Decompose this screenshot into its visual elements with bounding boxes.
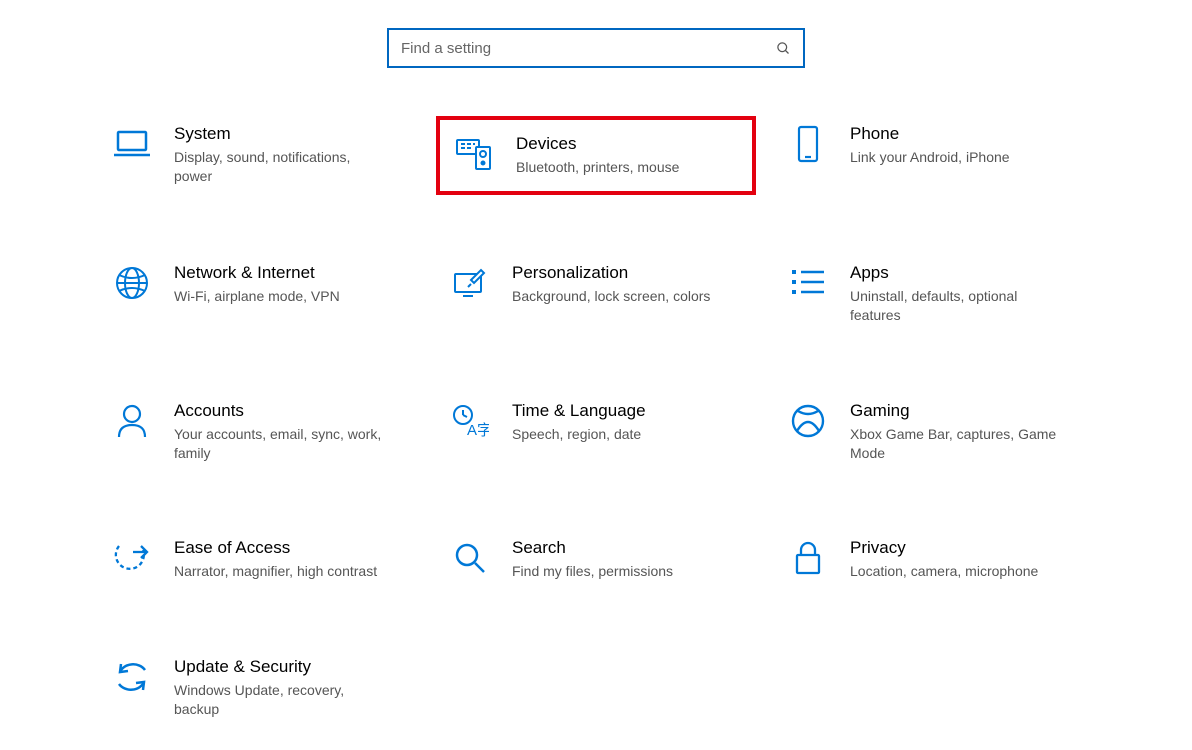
devices-icon [450,134,498,174]
tile-desc: Location, camera, microphone [850,562,1060,581]
tile-title: Devices [516,134,742,154]
tile-personalization[interactable]: Personalization Background, lock screen,… [436,255,756,333]
xbox-icon [784,401,832,441]
ease-of-access-icon [108,538,156,578]
tile-title: Phone [850,124,1084,144]
tile-desc: Uninstall, defaults, optional features [850,287,1060,325]
tile-desc: Display, sound, notifications, power [174,148,384,186]
laptop-icon [108,124,156,164]
search-bar-container [0,0,1192,116]
tile-desc: Find my files, permissions [512,562,722,581]
tile-phone[interactable]: Phone Link your Android, iPhone [774,116,1094,195]
tile-title: Ease of Access [174,538,408,558]
tile-title: Privacy [850,538,1084,558]
person-icon [108,401,156,441]
search-input[interactable] [401,40,775,57]
tile-desc: Link your Android, iPhone [850,148,1060,167]
tile-title: Update & Security [174,657,408,677]
search-icon [775,40,791,56]
tile-desc: Background, lock screen, colors [512,287,722,306]
tile-title: Apps [850,263,1084,283]
tile-desc: Xbox Game Bar, captures, Game Mode [850,425,1060,463]
tile-devices[interactable]: Devices Bluetooth, printers, mouse [436,116,756,195]
tile-title: Search [512,538,746,558]
phone-icon [784,124,832,164]
tile-time-language[interactable]: A字 Time & Language Speech, region, date [436,393,756,471]
sync-arrows-icon [108,657,156,697]
svg-text:A字: A字 [467,422,489,438]
tile-title: Network & Internet [174,263,408,283]
tile-desc: Wi-Fi, airplane mode, VPN [174,287,384,306]
tile-update-security[interactable]: Update & Security Windows Update, recove… [98,649,418,727]
globe-icon [108,263,156,303]
tile-title: Gaming [850,401,1084,421]
apps-list-icon [784,263,832,303]
settings-grid: System Display, sound, notifications, po… [0,116,1192,727]
tile-ease-of-access[interactable]: Ease of Access Narrator, magnifier, high… [98,530,418,589]
tile-privacy[interactable]: Privacy Location, camera, microphone [774,530,1094,589]
tile-title: System [174,124,408,144]
tile-desc: Narrator, magnifier, high contrast [174,562,384,581]
tile-desc: Your accounts, email, sync, work, family [174,425,384,463]
tile-apps[interactable]: Apps Uninstall, defaults, optional featu… [774,255,1094,333]
paintbrush-icon [446,263,494,303]
time-language-icon: A字 [446,401,494,441]
tile-search[interactable]: Search Find my files, permissions [436,530,756,589]
tile-desc: Windows Update, recovery, backup [174,681,384,719]
search-box[interactable] [387,28,805,68]
tile-title: Accounts [174,401,408,421]
tile-desc: Bluetooth, printers, mouse [516,158,726,177]
tile-title: Personalization [512,263,746,283]
tile-title: Time & Language [512,401,746,421]
tile-gaming[interactable]: Gaming Xbox Game Bar, captures, Game Mod… [774,393,1094,471]
lock-icon [784,538,832,578]
tile-network[interactable]: Network & Internet Wi-Fi, airplane mode,… [98,255,418,333]
magnifier-icon [446,538,494,578]
tile-accounts[interactable]: Accounts Your accounts, email, sync, wor… [98,393,418,471]
tile-system[interactable]: System Display, sound, notifications, po… [98,116,418,195]
tile-desc: Speech, region, date [512,425,722,444]
